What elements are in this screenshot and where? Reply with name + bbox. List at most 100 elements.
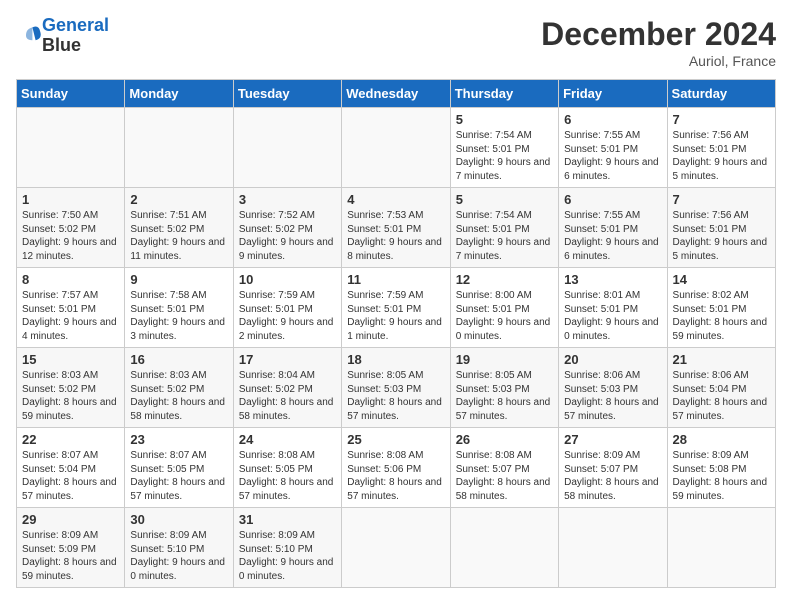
day-number: 19	[456, 352, 553, 367]
day-info: Sunrise: 8:08 AMSunset: 5:07 PMDaylight:…	[456, 449, 553, 503]
day-info: Sunrise: 7:54 AMSunset: 5:01 PMDaylight:…	[456, 209, 553, 263]
day-info: Sunrise: 7:57 AMSunset: 5:01 PMDaylight:…	[22, 289, 119, 343]
calendar-cell: 7Sunrise: 7:56 AMSunset: 5:01 PMDaylight…	[667, 108, 775, 188]
calendar-week-row: 29 Sunrise: 8:09 AMSunset: 5:09 PMDayligh…	[17, 508, 776, 588]
day-info: Sunrise: 8:09 AMSunset: 5:09 PMDaylight:…	[22, 529, 119, 583]
calendar-cell: 29 Sunrise: 8:09 AMSunset: 5:09 PMDayligh…	[17, 508, 125, 588]
calendar-week-row: 8Sunrise: 7:57 AMSunset: 5:01 PMDaylight…	[17, 268, 776, 348]
logo: GeneralBlue	[16, 16, 109, 56]
day-number: 13	[564, 272, 661, 287]
calendar-header-thursday: Thursday	[450, 80, 558, 108]
calendar-cell: 26Sunrise: 8:08 AMSunset: 5:07 PMDayligh…	[450, 428, 558, 508]
calendar-cell: 4 Sunrise: 7:53 AMSunset: 5:01 PMDaylight…	[342, 188, 450, 268]
day-info: Sunrise: 7:50 AMSunset: 5:02 PMDaylight:…	[22, 209, 119, 263]
logo-text: GeneralBlue	[42, 16, 109, 56]
calendar-cell: 1 Sunrise: 7:50 AMSunset: 5:02 PMDaylight…	[17, 188, 125, 268]
page-header: GeneralBlue December 2024 Auriol, France	[16, 16, 776, 69]
day-number: 24	[239, 432, 336, 447]
calendar-cell: 28Sunrise: 8:09 AMSunset: 5:08 PMDayligh…	[667, 428, 775, 508]
day-info: Sunrise: 7:58 AMSunset: 5:01 PMDaylight:…	[130, 289, 227, 343]
day-number: 30	[130, 512, 227, 527]
day-info: Sunrise: 8:01 AMSunset: 5:01 PMDaylight:…	[564, 289, 661, 343]
calendar-cell: 17 Sunrise: 8:04 AMSunset: 5:02 PMDayligh…	[233, 348, 341, 428]
day-number: 5	[456, 192, 553, 207]
day-info: Sunrise: 8:09 AMSunset: 5:08 PMDaylight:…	[673, 449, 770, 503]
day-info: Sunrise: 8:03 AMSunset: 5:02 PMDaylight:…	[130, 369, 227, 423]
calendar-cell: 21 Sunrise: 8:06 AMSunset: 5:04 PMDayligh…	[667, 348, 775, 428]
calendar-cell	[17, 108, 125, 188]
day-info: Sunrise: 7:55 AMSunset: 5:01 PMDaylight:…	[564, 129, 661, 183]
calendar-header-saturday: Saturday	[667, 80, 775, 108]
day-number: 22	[22, 432, 119, 447]
calendar-cell: 10 Sunrise: 7:59 AMSunset: 5:01 PMDayligh…	[233, 268, 341, 348]
day-number: 23	[130, 432, 227, 447]
calendar-cell: 16Sunrise: 8:03 AMSunset: 5:02 PMDayligh…	[125, 348, 233, 428]
calendar-cell: 27Sunrise: 8:09 AMSunset: 5:07 PMDayligh…	[559, 428, 667, 508]
day-number: 10	[239, 272, 336, 287]
day-info: Sunrise: 8:03 AMSunset: 5:02 PMDaylight:…	[22, 369, 119, 423]
day-info: Sunrise: 8:05 AMSunset: 5:03 PMDaylight:…	[347, 369, 444, 423]
day-info: Sunrise: 7:54 AMSunset: 5:01 PMDaylight:…	[456, 129, 553, 183]
day-info: Sunrise: 8:06 AMSunset: 5:03 PMDaylight:…	[564, 369, 661, 423]
calendar-cell: 9 Sunrise: 7:58 AMSunset: 5:01 PMDaylight…	[125, 268, 233, 348]
calendar-cell	[559, 508, 667, 588]
calendar-cell: 15 Sunrise: 8:03 AMSunset: 5:02 PMDayligh…	[17, 348, 125, 428]
day-number: 7	[673, 192, 770, 207]
day-number: 29	[22, 512, 119, 527]
calendar-cell: 8Sunrise: 7:57 AMSunset: 5:01 PMDaylight…	[17, 268, 125, 348]
calendar-header-row: SundayMondayTuesdayWednesdayThursdayFrid…	[17, 80, 776, 108]
day-info: Sunrise: 8:06 AMSunset: 5:04 PMDaylight:…	[673, 369, 770, 423]
calendar-cell: 22Sunrise: 8:07 AMSunset: 5:04 PMDayligh…	[17, 428, 125, 508]
day-number: 15	[22, 352, 119, 367]
title-area: December 2024 Auriol, France	[541, 16, 776, 69]
day-info: Sunrise: 8:07 AMSunset: 5:05 PMDaylight:…	[130, 449, 227, 503]
day-number: 3	[239, 192, 336, 207]
month-title: December 2024	[541, 16, 776, 53]
calendar-table: SundayMondayTuesdayWednesdayThursdayFrid…	[16, 79, 776, 588]
day-number: 31	[239, 512, 336, 527]
calendar-cell: 30 Sunrise: 8:09 AMSunset: 5:10 PMDayligh…	[125, 508, 233, 588]
calendar-cell	[667, 508, 775, 588]
day-info: Sunrise: 8:09 AMSunset: 5:10 PMDaylight:…	[239, 529, 336, 583]
day-number: 17	[239, 352, 336, 367]
day-number: 6	[564, 112, 661, 127]
calendar-cell	[450, 508, 558, 588]
day-info: Sunrise: 8:04 AMSunset: 5:02 PMDaylight:…	[239, 369, 336, 423]
day-number: 21	[673, 352, 770, 367]
calendar-header-wednesday: Wednesday	[342, 80, 450, 108]
calendar-cell: 6 Sunrise: 7:55 AMSunset: 5:01 PMDaylight…	[559, 188, 667, 268]
calendar-week-row: 1 Sunrise: 7:50 AMSunset: 5:02 PMDaylight…	[17, 188, 776, 268]
calendar-week-row: 22Sunrise: 8:07 AMSunset: 5:04 PMDayligh…	[17, 428, 776, 508]
day-info: Sunrise: 7:55 AMSunset: 5:01 PMDaylight:…	[564, 209, 661, 263]
day-number: 9	[130, 272, 227, 287]
calendar-header-tuesday: Tuesday	[233, 80, 341, 108]
calendar-cell: 11Sunrise: 7:59 AMSunset: 5:01 PMDayligh…	[342, 268, 450, 348]
calendar-cell	[342, 108, 450, 188]
calendar-cell: 12Sunrise: 8:00 AMSunset: 5:01 PMDayligh…	[450, 268, 558, 348]
day-number: 18	[347, 352, 444, 367]
calendar-cell: 19Sunrise: 8:05 AMSunset: 5:03 PMDayligh…	[450, 348, 558, 428]
day-number: 6	[564, 192, 661, 207]
day-number: 7	[673, 112, 770, 127]
calendar-cell: 5Sunrise: 7:54 AMSunset: 5:01 PMDaylight…	[450, 108, 558, 188]
day-number: 14	[673, 272, 770, 287]
calendar-header-friday: Friday	[559, 80, 667, 108]
day-info: Sunrise: 8:00 AMSunset: 5:01 PMDaylight:…	[456, 289, 553, 343]
calendar-cell	[233, 108, 341, 188]
day-number: 4	[347, 192, 444, 207]
day-info: Sunrise: 7:59 AMSunset: 5:01 PMDaylight:…	[239, 289, 336, 343]
day-info: Sunrise: 7:53 AMSunset: 5:01 PMDaylight:…	[347, 209, 444, 263]
day-info: Sunrise: 8:09 AMSunset: 5:10 PMDaylight:…	[130, 529, 227, 583]
day-number: 2	[130, 192, 227, 207]
location: Auriol, France	[541, 53, 776, 69]
calendar-cell: 31 Sunrise: 8:09 AMSunset: 5:10 PMDayligh…	[233, 508, 341, 588]
calendar-cell: 13 Sunrise: 8:01 AMSunset: 5:01 PMDayligh…	[559, 268, 667, 348]
calendar-cell	[342, 508, 450, 588]
calendar-cell: 7Sunrise: 7:56 AMSunset: 5:01 PMDaylight…	[667, 188, 775, 268]
day-info: Sunrise: 8:08 AMSunset: 5:06 PMDaylight:…	[347, 449, 444, 503]
day-number: 1	[22, 192, 119, 207]
calendar-cell	[125, 108, 233, 188]
calendar-cell: 24Sunrise: 8:08 AMSunset: 5:05 PMDayligh…	[233, 428, 341, 508]
day-info: Sunrise: 8:02 AMSunset: 5:01 PMDaylight:…	[673, 289, 770, 343]
calendar-cell: 23 Sunrise: 8:07 AMSunset: 5:05 PMDayligh…	[125, 428, 233, 508]
